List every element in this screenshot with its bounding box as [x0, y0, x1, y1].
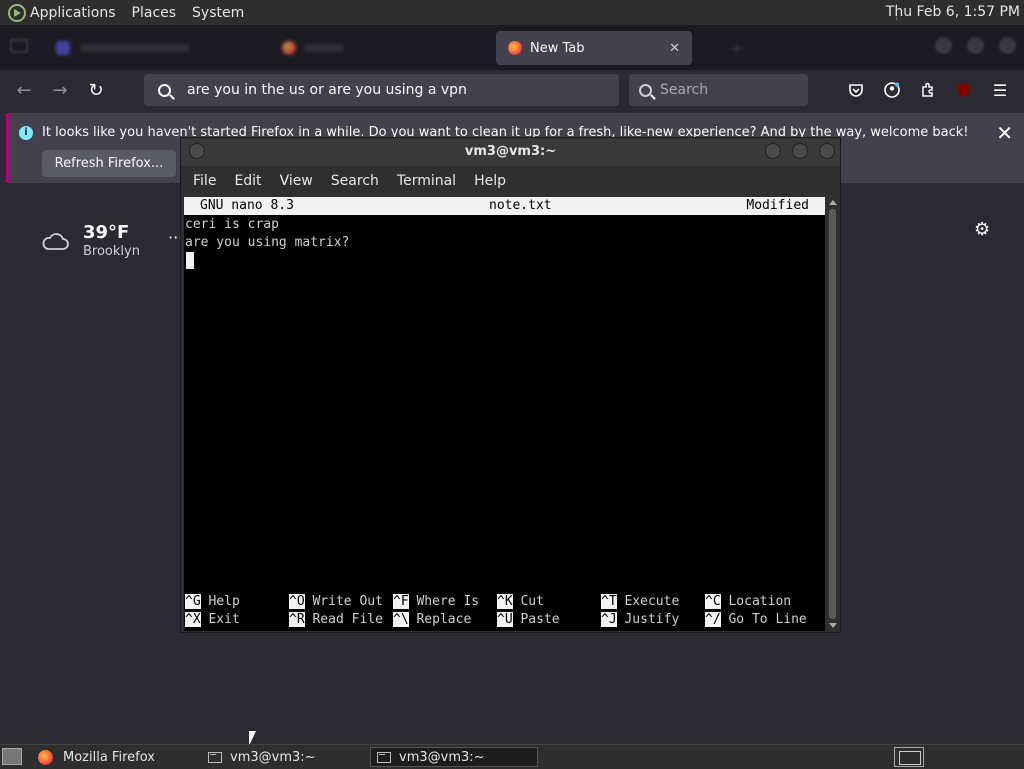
nano-status: Modified: [746, 198, 809, 213]
text-line: ceri is crap: [185, 217, 279, 232]
shortcut-paste: ^U Paste: [497, 612, 560, 627]
shortcut-help: ^G Help: [185, 594, 240, 609]
close-button[interactable]: [819, 143, 835, 159]
menu-file[interactable]: File: [193, 173, 216, 189]
info-icon: i: [19, 126, 33, 140]
nano-filename: note.txt: [489, 198, 552, 213]
scrollbar-thumb[interactable]: [829, 209, 836, 619]
nav-bar: ← → ↻ are you in the us or are you using…: [0, 70, 1024, 110]
search-icon: [639, 83, 652, 97]
blurred-text: [304, 44, 344, 52]
task-terminal-2[interactable]: vm3@vm3:~: [370, 747, 538, 767]
search-box[interactable]: Search: [629, 74, 808, 106]
forward-button[interactable]: →: [48, 78, 72, 102]
workspace-switcher[interactable]: [894, 747, 924, 767]
weather-temperature: 39°F: [83, 222, 130, 243]
shortcut-write-out: ^O Write Out: [289, 594, 383, 609]
close-window-button[interactable]: [999, 37, 1016, 54]
shortcut-exit: ^X Exit: [185, 612, 240, 627]
search-icon: [158, 83, 171, 97]
tab-overview-icon[interactable]: [10, 39, 28, 53]
text-line: are you using matrix?: [185, 235, 350, 250]
terminal-title: vm3@vm3:~: [464, 144, 557, 159]
notification-close-icon[interactable]: ✕: [996, 121, 1013, 145]
hamburger-menu-icon[interactable]: ☰: [988, 78, 1012, 102]
cloud-icon: [42, 233, 69, 250]
terminal-icon: [208, 751, 222, 763]
system-menu[interactable]: System: [192, 5, 244, 21]
terminal-window[interactable]: vm3@vm3:~ File Edit View Search Terminal…: [180, 137, 841, 633]
scroll-down-icon[interactable]: [829, 623, 837, 628]
pocket-icon[interactable]: [848, 82, 864, 98]
menu-help[interactable]: Help: [474, 173, 506, 189]
text-cursor: [186, 252, 194, 269]
firefox-icon: [282, 41, 296, 55]
task-label: Mozilla Firefox: [63, 749, 155, 765]
firefox-icon: [38, 749, 53, 765]
shortcut-where-is: ^F Where Is: [393, 594, 480, 609]
menu-view[interactable]: View: [280, 173, 313, 189]
extensions-icon[interactable]: [920, 82, 936, 98]
ublock-origin-icon[interactable]: [956, 82, 972, 98]
terminal-icon: [377, 751, 391, 763]
bottom-taskbar: Mozilla Firefox vm3@vm3:~ vm3@vm3:~: [0, 744, 1024, 769]
minimize-button[interactable]: [765, 143, 781, 159]
show-desktop-icon[interactable]: [2, 748, 22, 765]
nano-version: GNU nano 8.3: [200, 198, 294, 213]
applications-menu[interactable]: Applications: [30, 5, 116, 21]
terminal-body[interactable]: GNU nano 8.3 note.txt Modified ceri is c…: [184, 197, 825, 631]
new-tab-button[interactable]: +: [730, 39, 743, 58]
weather-city: Brooklyn: [83, 244, 140, 259]
task-label: vm3@vm3:~: [230, 749, 316, 765]
tab-close-icon[interactable]: ✕: [669, 41, 680, 56]
tab-new-tab[interactable]: New Tab ✕: [496, 31, 692, 65]
shortcut-justify: ^J Justify: [601, 612, 680, 627]
distro-logo-icon: [8, 3, 26, 22]
scroll-up-icon[interactable]: [829, 200, 837, 205]
shortcut-replace: ^\ Replace: [393, 612, 472, 627]
url-bar[interactable]: are you in the us or are you using a vpn: [144, 74, 619, 106]
shortcut-execute: ^T Execute: [601, 594, 680, 609]
shortcut-go-to-line: ^/ Go To Line: [705, 612, 807, 627]
firefox-icon: [508, 41, 522, 55]
tab-strip: New Tab ✕ +: [0, 25, 1024, 70]
menu-terminal[interactable]: Terminal: [397, 173, 456, 189]
terminal-titlebar[interactable]: vm3@vm3:~: [181, 138, 840, 166]
tab-label: New Tab: [530, 40, 585, 56]
terminal-scrollbar[interactable]: [826, 197, 839, 631]
account-icon[interactable]: [884, 82, 900, 98]
places-menu[interactable]: Places: [132, 5, 177, 21]
top-panel: Applications Places System Thu Feb 6, 1:…: [0, 0, 1024, 25]
task-label: vm3@vm3:~: [399, 749, 485, 765]
shortcut-read-file: ^R Read File: [289, 612, 383, 627]
clock[interactable]: Thu Feb 6, 1:57 PM: [886, 4, 1020, 20]
tab-favicon: [56, 41, 70, 55]
task-terminal-1[interactable]: vm3@vm3:~: [202, 747, 368, 767]
tab-1[interactable]: [56, 31, 256, 65]
task-firefox[interactable]: Mozilla Firefox: [30, 747, 198, 767]
reload-button[interactable]: ↻: [84, 78, 108, 102]
shortcut-cut: ^K Cut: [497, 594, 544, 609]
tab-2[interactable]: [282, 31, 482, 65]
url-text: are you in the us or are you using a vpn: [187, 82, 467, 98]
maximize-button[interactable]: [967, 37, 984, 54]
gear-icon[interactable]: ⚙: [974, 219, 990, 240]
search-placeholder: Search: [660, 82, 709, 98]
menu-edit[interactable]: Edit: [234, 173, 261, 189]
back-button[interactable]: ←: [12, 78, 36, 102]
minimize-button[interactable]: [935, 37, 952, 54]
refresh-firefox-button[interactable]: Refresh Firefox...: [42, 150, 176, 177]
shortcut-location: ^C Location: [705, 594, 792, 609]
menu-search[interactable]: Search: [331, 173, 379, 189]
maximize-button[interactable]: [792, 143, 808, 159]
nano-header: GNU nano 8.3 note.txt Modified: [184, 197, 825, 215]
panel-menu: Applications Places System: [0, 0, 260, 25]
terminal-menubar: File Edit View Search Terminal Help: [181, 166, 840, 196]
blurred-text: [80, 44, 190, 52]
